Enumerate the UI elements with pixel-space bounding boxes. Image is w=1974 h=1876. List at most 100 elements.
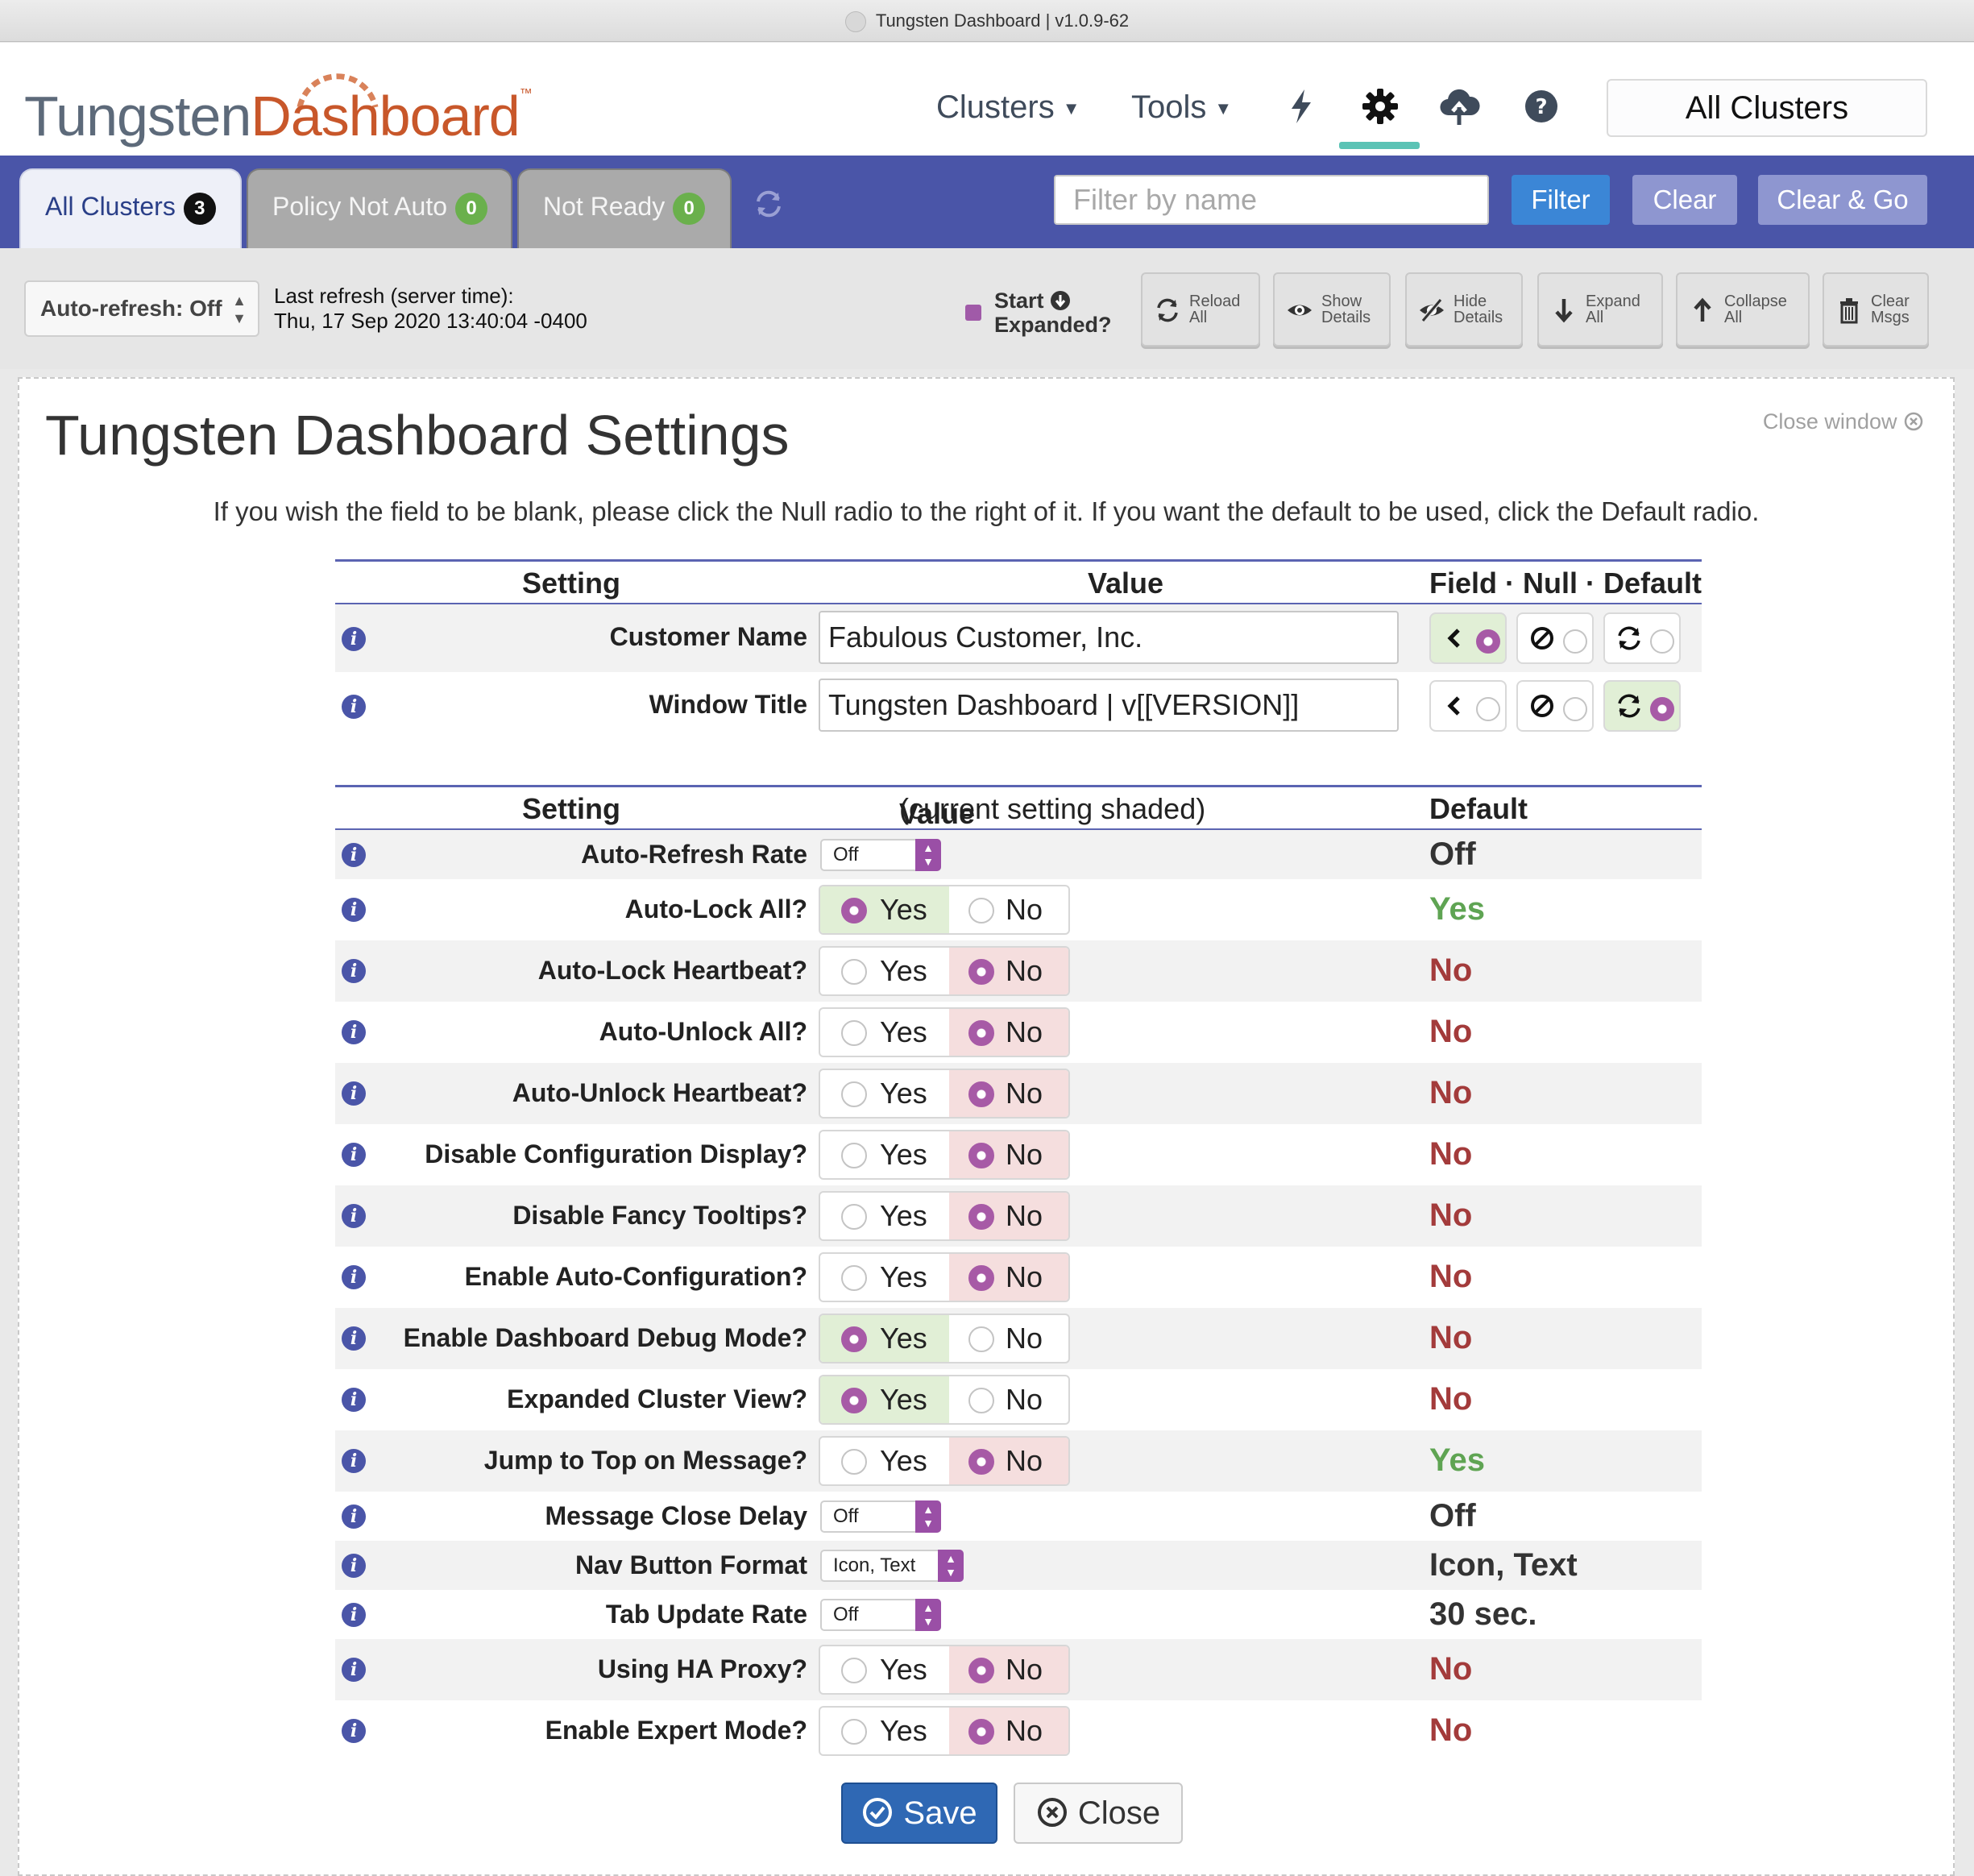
message-close-delay-select[interactable]: Off ▲ ▼ xyxy=(820,1500,941,1533)
eye-icon xyxy=(1288,305,1312,316)
nav-button-format-select[interactable]: Icon, Text ▲ ▼ xyxy=(820,1550,964,1582)
customer-name-input[interactable] xyxy=(819,611,1399,664)
info-icon[interactable]: i xyxy=(342,959,366,983)
close-window-link[interactable]: Close window xyxy=(1763,409,1924,434)
tab-policy-not-auto[interactable]: Policy Not Auto 0 xyxy=(247,168,512,248)
save-button[interactable]: Save xyxy=(841,1783,997,1844)
info-icon[interactable]: i xyxy=(342,1204,366,1228)
cluster-scope-select[interactable]: All Clusters xyxy=(1607,79,1927,137)
filter-button[interactable]: Filter xyxy=(1512,175,1610,225)
cloud-upload-icon[interactable] xyxy=(1437,85,1481,128)
filter-input[interactable] xyxy=(1054,175,1489,225)
yes-radio[interactable]: Yes xyxy=(820,1254,949,1301)
info-icon[interactable]: i xyxy=(342,1719,366,1743)
chevron-left-icon xyxy=(1447,629,1460,648)
yes-radio[interactable]: Yes xyxy=(820,1315,949,1362)
info-icon[interactable]: i xyxy=(342,1449,366,1473)
instructions-text: If you wish the field to be blank, pleas… xyxy=(213,496,1760,526)
yes-radio[interactable]: Yes xyxy=(820,1070,949,1117)
setting-label: Message Close Delay xyxy=(545,1501,808,1530)
nav-clusters-menu[interactable]: Clusters ▼ xyxy=(936,89,1080,126)
hide-details-button[interactable]: Hide Details xyxy=(1405,272,1523,347)
reload-all-button[interactable]: Reload All xyxy=(1141,272,1260,347)
info-icon[interactable]: i xyxy=(342,695,366,719)
info-icon[interactable]: i xyxy=(342,1505,366,1529)
reset-icon xyxy=(1618,694,1640,718)
yes-radio[interactable]: Yes xyxy=(820,886,949,933)
field-radio[interactable] xyxy=(1429,680,1507,732)
no-radio[interactable]: No xyxy=(949,1070,1068,1117)
yes-radio[interactable]: Yes xyxy=(820,1708,949,1754)
no-radio[interactable]: No xyxy=(949,1009,1068,1056)
info-icon[interactable]: i xyxy=(342,843,366,867)
no-radio[interactable]: No xyxy=(949,1438,1068,1484)
default-radio[interactable] xyxy=(1603,612,1681,664)
gear-icon[interactable] xyxy=(1358,85,1402,128)
info-icon[interactable]: i xyxy=(342,898,366,922)
default-value: Off xyxy=(1429,836,1476,872)
info-icon[interactable]: i xyxy=(342,1658,366,1682)
yes-radio[interactable]: Yes xyxy=(820,948,949,994)
no-radio[interactable]: No xyxy=(949,1254,1068,1301)
info-icon[interactable]: i xyxy=(342,1554,366,1578)
tab-all-clusters[interactable]: All Clusters 3 xyxy=(19,168,242,248)
info-icon[interactable]: i xyxy=(342,1603,366,1627)
auto-refresh-select[interactable]: Auto-refresh: Off ▲ ▼ xyxy=(24,280,259,337)
nav-tools-menu[interactable]: Tools ▼ xyxy=(1131,89,1232,126)
no-radio[interactable]: No xyxy=(949,886,1068,933)
auto-unlock-all-yes-no: Yes No xyxy=(819,1007,1070,1057)
auto-refresh-rate-select[interactable]: Off ▲ ▼ xyxy=(820,839,941,871)
logo[interactable]: TungstenDashboard™ xyxy=(24,88,533,145)
show-details-button[interactable]: Show Details xyxy=(1273,272,1391,347)
yes-radio[interactable]: Yes xyxy=(820,1193,949,1239)
clear-and-go-button[interactable]: Clear & Go xyxy=(1758,175,1927,225)
setting-row-window-title: i Window Title xyxy=(335,672,1702,740)
yes-radio[interactable]: Yes xyxy=(820,1646,949,1693)
no-radio[interactable]: No xyxy=(949,948,1068,994)
no-radio[interactable]: No xyxy=(949,1131,1068,1178)
bolt-icon[interactable] xyxy=(1279,85,1323,128)
refresh-tabs-icon[interactable] xyxy=(751,186,786,222)
info-icon[interactable]: i xyxy=(342,1143,366,1167)
info-icon[interactable]: i xyxy=(342,627,366,651)
no-radio[interactable]: No xyxy=(949,1646,1068,1693)
info-icon[interactable]: i xyxy=(342,1265,366,1289)
collapse-all-button[interactable]: Collapse All xyxy=(1676,272,1810,347)
default-value: No xyxy=(1429,1136,1473,1172)
setting-label: Auto-Lock Heartbeat? xyxy=(537,956,807,985)
tab-not-ready[interactable]: Not Ready 0 xyxy=(517,168,732,248)
no-radio[interactable]: No xyxy=(949,1315,1068,1362)
default-value: No xyxy=(1429,1075,1473,1110)
setting-row-enable-dashboard-debug-mode: i Enable Dashboard Debug Mode? Yes No No xyxy=(335,1308,1702,1369)
start-expanded-checkbox[interactable]: Start Expanded? xyxy=(965,288,1112,337)
no-radio[interactable]: No xyxy=(949,1193,1068,1239)
yes-radio[interactable]: Yes xyxy=(820,1376,949,1423)
default-value: 30 sec. xyxy=(1429,1596,1537,1632)
setting-label: Using HA Proxy? xyxy=(597,1654,807,1683)
yes-radio[interactable]: Yes xyxy=(820,1009,949,1056)
settings-panel: Tungsten Dashboard Settings Close window… xyxy=(18,377,1955,1876)
close-button[interactable]: Close xyxy=(1014,1783,1183,1844)
yes-radio[interactable]: Yes xyxy=(820,1438,949,1484)
expand-all-button[interactable]: Expand All xyxy=(1537,272,1663,347)
clear-button[interactable]: Clear xyxy=(1632,175,1737,225)
active-nav-indicator xyxy=(1339,142,1420,149)
info-icon[interactable]: i xyxy=(342,1388,366,1412)
no-radio[interactable]: No xyxy=(949,1376,1068,1423)
info-icon[interactable]: i xyxy=(342,1081,366,1106)
setting-row-auto-unlock-all: i Auto-Unlock All? Yes No No xyxy=(335,1002,1702,1063)
clear-msgs-button[interactable]: Clear Msgs xyxy=(1823,272,1929,347)
checkbox-checked-icon[interactable] xyxy=(965,305,981,321)
window-title-input[interactable] xyxy=(819,679,1399,732)
null-radio[interactable] xyxy=(1516,612,1594,664)
info-icon[interactable]: i xyxy=(342,1326,366,1351)
default-radio[interactable] xyxy=(1603,680,1681,732)
yes-radio[interactable]: Yes xyxy=(820,1131,949,1178)
null-radio[interactable] xyxy=(1516,680,1594,732)
info-icon[interactable]: i xyxy=(342,1020,366,1044)
field-radio[interactable] xyxy=(1429,612,1507,664)
help-icon[interactable]: ? xyxy=(1520,85,1563,128)
no-radio[interactable]: No xyxy=(949,1708,1068,1754)
disable-fancy-tooltips-yes-no: Yes No xyxy=(819,1191,1070,1241)
tab-update-rate-select[interactable]: Off ▲ ▼ xyxy=(820,1599,941,1631)
